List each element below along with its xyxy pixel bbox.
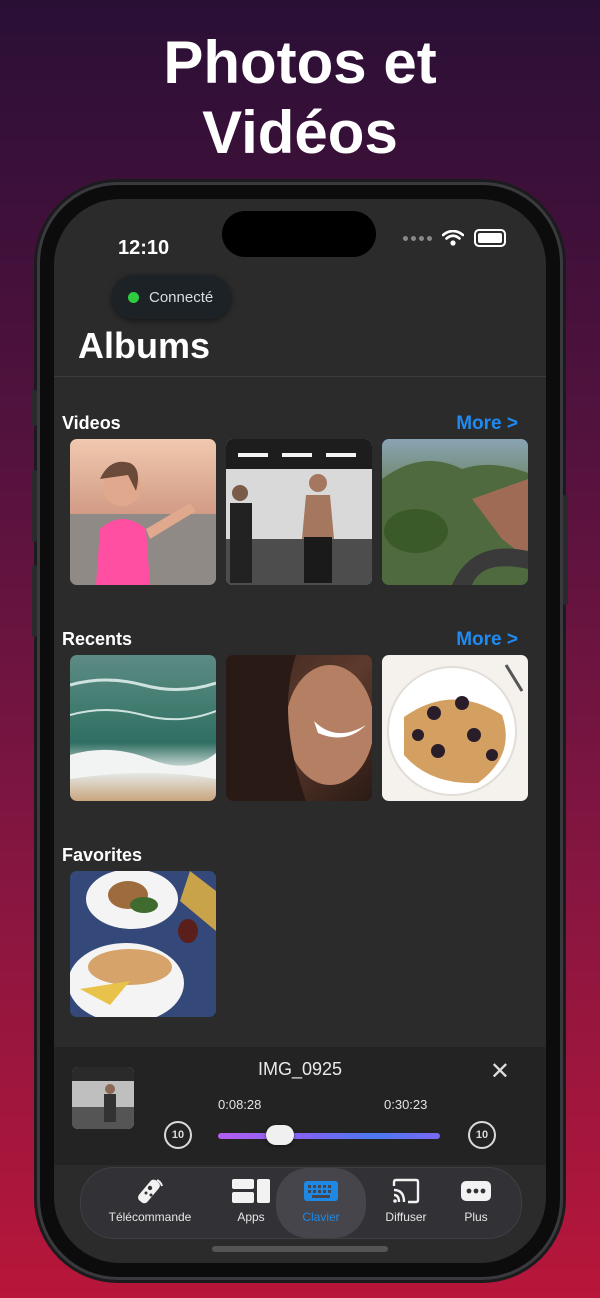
recent-thumbnail-1[interactable] — [70, 655, 216, 801]
video-thumbnail-1[interactable] — [70, 439, 216, 585]
page-title: Albums — [78, 325, 211, 366]
tab-clavier[interactable]: Clavier — [276, 1168, 366, 1238]
connected-indicator-icon — [128, 291, 139, 303]
tab-telecommande[interactable]: Télécommande — [95, 1168, 205, 1238]
power-button — [563, 495, 568, 605]
player-progress-knob[interactable] — [266, 1125, 295, 1145]
more-dots-icon — [461, 1181, 491, 1201]
player-progress-track[interactable] — [218, 1133, 440, 1139]
apps-icon — [232, 1179, 270, 1203]
volume-down-button — [32, 565, 37, 637]
headline: Photos et Vidéos — [0, 28, 600, 168]
skip-back-label: 10 — [171, 1129, 185, 1141]
title-divider — [54, 376, 546, 377]
video-thumbnail-2[interactable] — [226, 439, 372, 585]
headline-line-2: Vidéos — [202, 99, 398, 166]
connection-status[interactable]: Connecté — [112, 275, 232, 319]
section-title-videos: Videos — [62, 413, 121, 433]
player-total-time: 0:30:23 — [384, 1097, 428, 1112]
app-screen: 12:10 Connecté Albums Videos More > Rece… — [54, 199, 546, 1263]
skip-forward-icon[interactable]: 10 — [468, 1121, 496, 1149]
section-title-favorites: Favorites — [62, 845, 143, 865]
home-indicator — [212, 1246, 388, 1252]
skip-forward-label: 10 — [475, 1129, 489, 1141]
mini-player: IMG_0925 ✕ 0:08:28 0:30:23 10 10 — [54, 1047, 546, 1165]
mute-switch — [32, 390, 37, 426]
status-icons — [403, 229, 506, 247]
tab-bar: Télécommande Apps Clavier Diffuser Plus — [80, 1167, 522, 1239]
close-icon[interactable]: ✕ — [490, 1057, 510, 1086]
favorite-thumbnail-1[interactable] — [70, 871, 216, 1017]
player-title: IMG_0925 — [257, 1059, 343, 1079]
signal-icon — [403, 235, 432, 241]
keyboard-icon — [304, 1181, 338, 1201]
wifi-icon — [442, 230, 464, 246]
headline-line-1: Photos et — [163, 29, 437, 96]
recent-thumbnail-2[interactable] — [226, 655, 372, 801]
tab-label-telecommande: Télécommande — [108, 1210, 192, 1224]
phone-frame: 12:10 Connecté Albums Videos More > Rece… — [32, 185, 568, 1277]
tab-plus[interactable]: Plus — [446, 1168, 506, 1238]
dynamic-island — [222, 211, 376, 257]
tab-label-plus: Plus — [464, 1210, 488, 1224]
recent-thumbnail-3[interactable] — [382, 655, 528, 801]
section-title-recents: Recents — [62, 629, 133, 649]
tab-diffuser[interactable]: Diffuser — [366, 1168, 446, 1238]
remote-icon — [138, 1179, 163, 1204]
tab-label-clavier: Clavier — [302, 1210, 340, 1224]
battery-icon — [474, 229, 506, 247]
tab-label-diffuser: Diffuser — [385, 1210, 427, 1224]
connection-label: Connecté — [149, 288, 214, 306]
skip-back-icon[interactable]: 10 — [164, 1121, 192, 1149]
recents-more-link[interactable]: More > — [456, 629, 518, 651]
tab-label-apps: Apps — [237, 1210, 265, 1224]
status-time: 12:10 — [118, 237, 170, 259]
video-thumbnail-3[interactable] — [382, 439, 528, 585]
player-elapsed-time: 0:08:28 — [218, 1097, 262, 1112]
cast-icon — [392, 1178, 420, 1204]
videos-more-link[interactable]: More > — [456, 413, 518, 435]
volume-up-button — [32, 470, 37, 542]
